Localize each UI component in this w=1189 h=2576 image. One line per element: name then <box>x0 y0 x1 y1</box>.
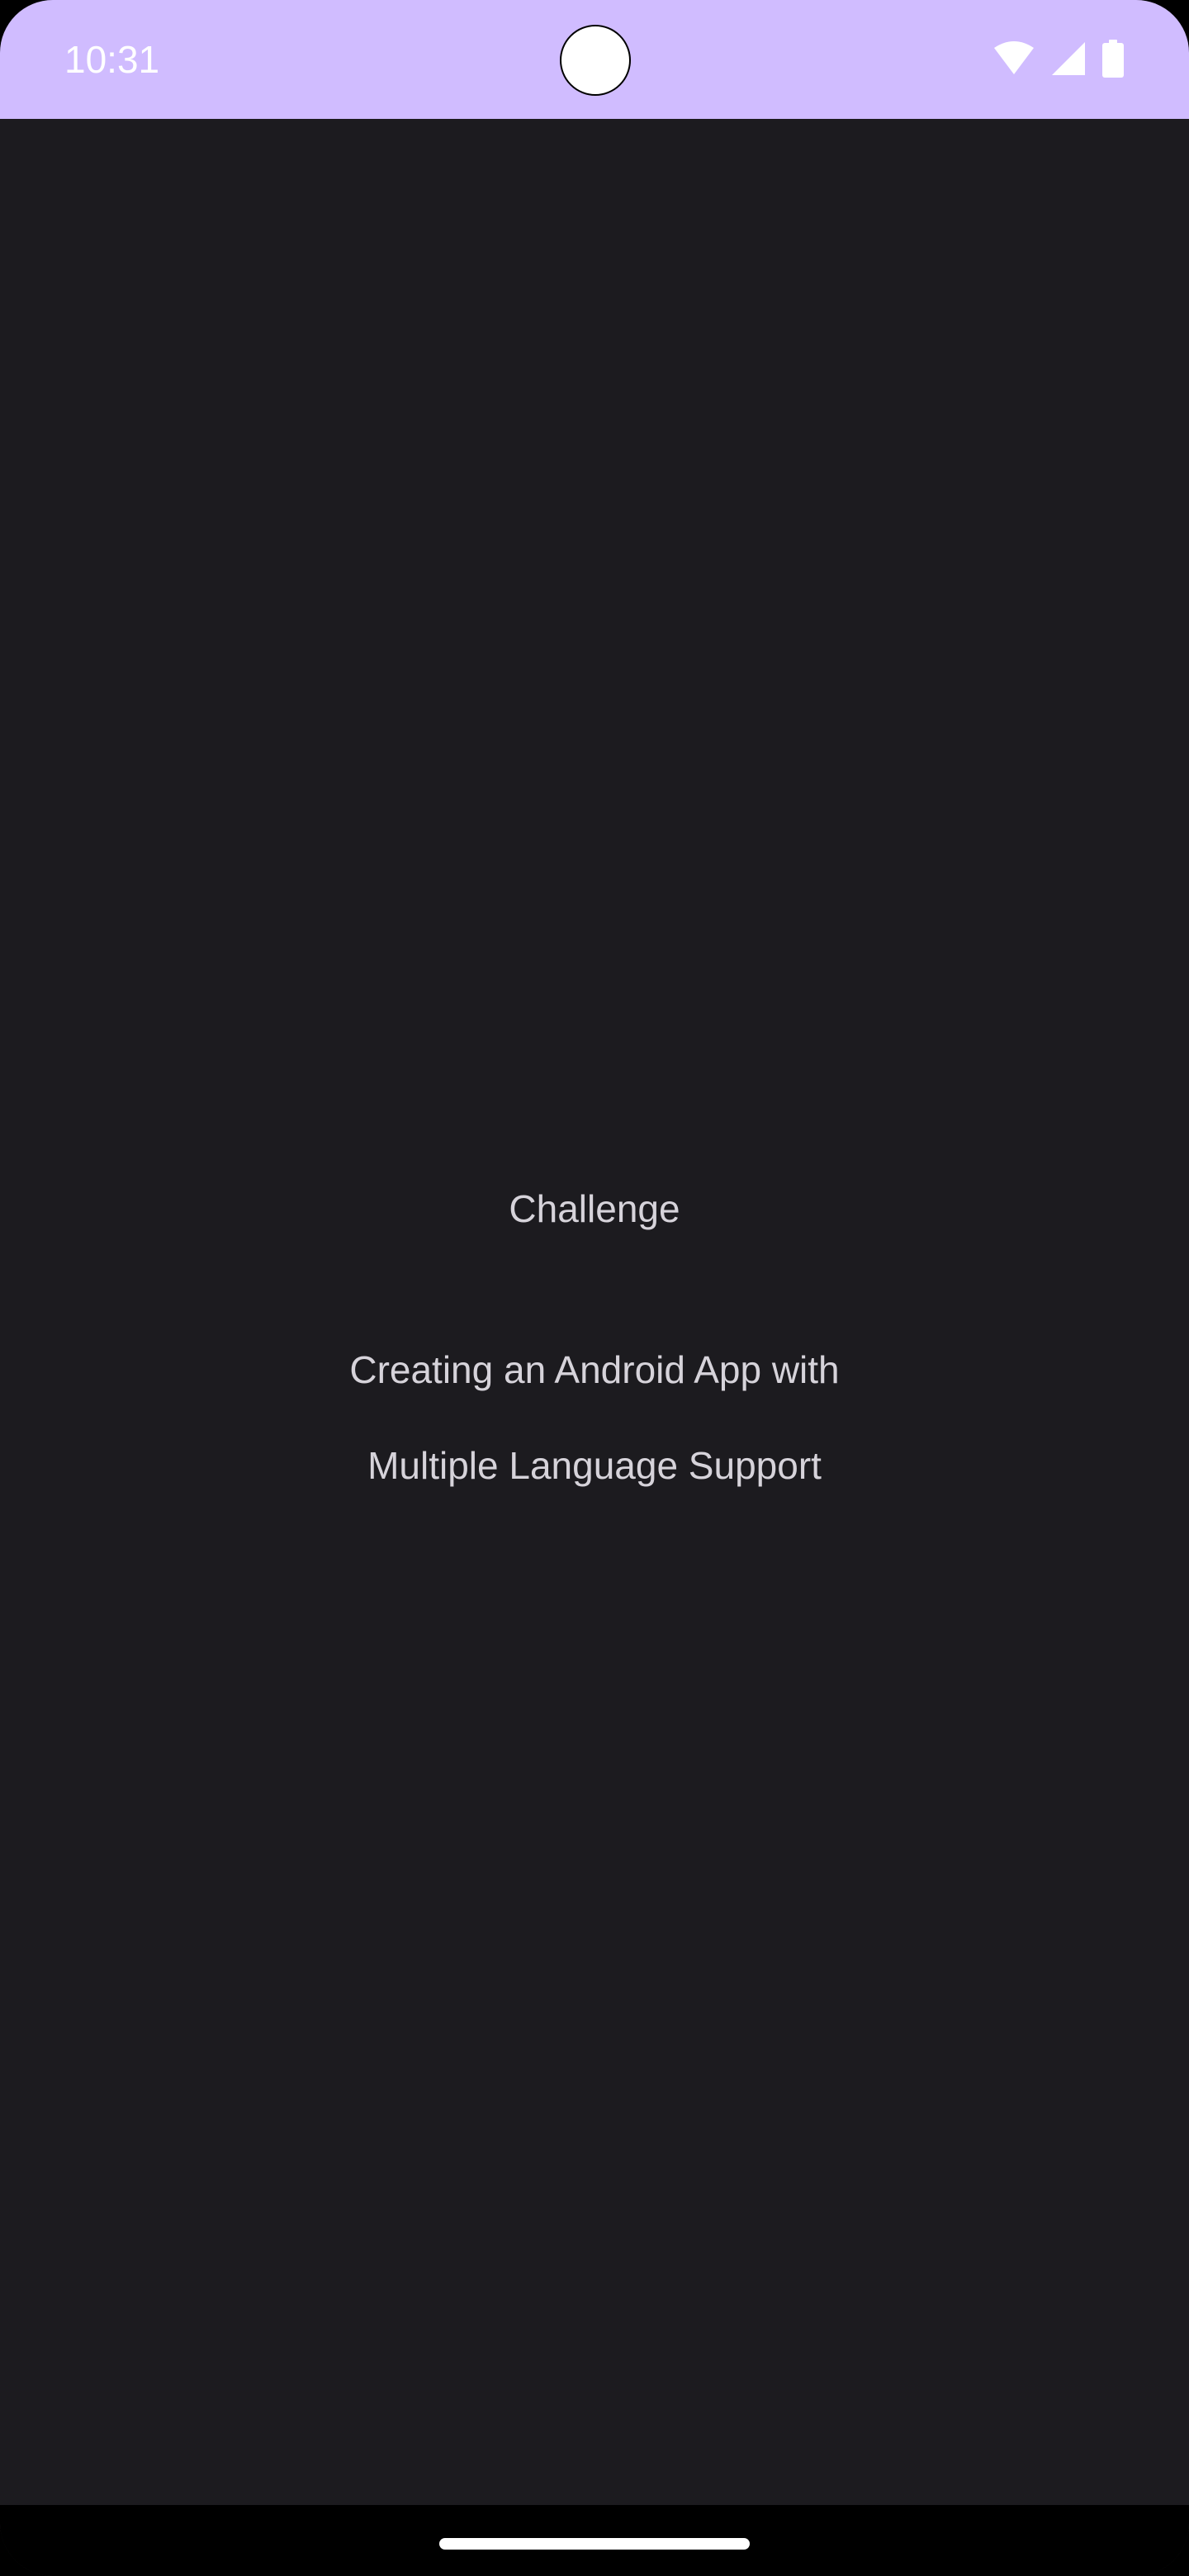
challenge-description: Creating an Android App with Multiple La… <box>0 1346 1189 1537</box>
status-icons <box>992 38 1125 79</box>
home-gesture-handle[interactable] <box>439 2538 750 2550</box>
navigation-bar <box>0 2505 1189 2576</box>
description-line: Creating an Android App with <box>349 1348 840 1391</box>
status-time: 10:31 <box>64 38 160 81</box>
cellular-signal-icon <box>1050 40 1087 77</box>
main-content: Challenge Creating an Android App with M… <box>0 119 1189 2505</box>
phone-screen: 10:31 Challenge Creating an Android App … <box>0 0 1189 2576</box>
challenge-label: Challenge <box>509 1187 680 1230</box>
wifi-icon <box>992 41 1035 76</box>
battery-icon <box>1101 40 1125 78</box>
description-line: Multiple Language Support <box>367 1444 822 1487</box>
front-camera-cutout <box>560 25 631 96</box>
status-bar: 10:31 <box>0 0 1189 119</box>
